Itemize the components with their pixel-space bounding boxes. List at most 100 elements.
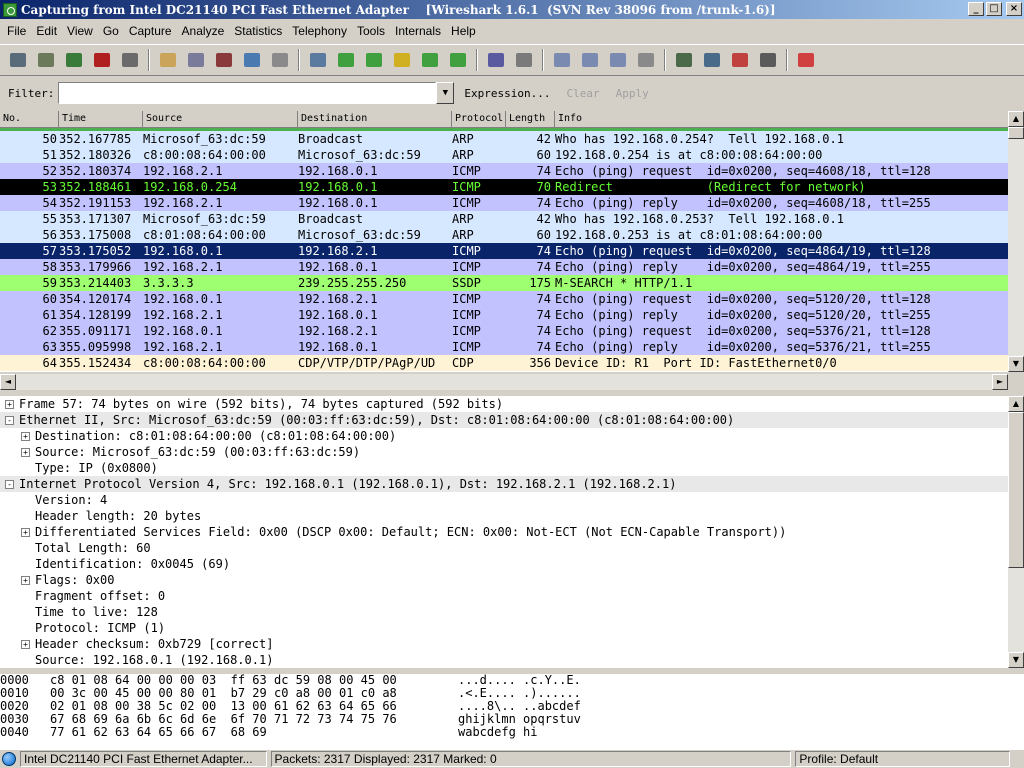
- menu-view[interactable]: View: [62, 24, 98, 38]
- expand-icon[interactable]: +: [21, 639, 30, 649]
- menu-go[interactable]: Go: [98, 24, 124, 38]
- packet-row[interactable]: 50 352.167785 Microsof_63:dc:59 Broadcast AR…: [0, 131, 1008, 147]
- detail-tree-item[interactable]: + Header checksum: 0xb729 [correct]: [0, 636, 1008, 652]
- detail-tree-item[interactable]: + Differentiated Services Field: 0x00 (DS…: [0, 524, 1008, 540]
- detail-tree-item[interactable]: Fragment offset: 0: [0, 588, 1008, 604]
- go-back-button[interactable]: [334, 48, 358, 72]
- find-button[interactable]: [306, 48, 330, 72]
- interfaces-button[interactable]: [6, 48, 30, 72]
- scrollbar-thumb[interactable]: [1008, 127, 1024, 139]
- menu-edit[interactable]: Edit: [31, 24, 62, 38]
- packet-row[interactable]: 58 353.179966 192.168.2.1 192.168.0.1 ICMP 74…: [0, 259, 1008, 275]
- packet-row[interactable]: 52 352.180374 192.168.2.1 192.168.0.1 ICMP 74…: [0, 163, 1008, 179]
- packet-row[interactable]: 53 352.188461 192.168.0.254 192.168.0.1 ICMP…: [0, 179, 1008, 195]
- menu-help[interactable]: Help: [446, 24, 481, 38]
- detail-tree-item[interactable]: Version: 4: [0, 492, 1008, 508]
- packet-row[interactable]: 60 354.120174 192.168.0.1 192.168.2.1 ICMP 74…: [0, 291, 1008, 307]
- filter-input[interactable]: [58, 82, 437, 104]
- expand-icon[interactable]: +: [21, 431, 30, 441]
- wireshark-app-icon[interactable]: [3, 2, 17, 17]
- menu-internals[interactable]: Internals: [390, 24, 446, 38]
- capture-filters-button[interactable]: [672, 48, 696, 72]
- preferences-button[interactable]: [756, 48, 780, 72]
- detail-tree-item[interactable]: Identification: 0x0045 (69): [0, 556, 1008, 572]
- zoom-in-button[interactable]: [550, 48, 574, 72]
- colorize-button[interactable]: [484, 48, 508, 72]
- packet-row[interactable]: 59 353.214403 3.3.3.3 239.255.255.250 SSDP 17…: [0, 275, 1008, 291]
- packet-row[interactable]: 56 353.175008 c8:01:08:64:00:00 Microsof_63…: [0, 227, 1008, 243]
- stop-capture-button[interactable]: [90, 48, 114, 72]
- column-header-protocol[interactable]: Protocol: [452, 111, 506, 128]
- clear-button[interactable]: Clear: [566, 87, 599, 100]
- minimize-button[interactable]: _: [968, 2, 984, 16]
- expand-icon[interactable]: +: [21, 447, 30, 457]
- expand-icon[interactable]: +: [21, 527, 30, 537]
- open-file-button[interactable]: [156, 48, 180, 72]
- scroll-down-icon[interactable]: ▼: [1008, 356, 1024, 372]
- zoom-out-button[interactable]: [578, 48, 602, 72]
- auto-scroll-button[interactable]: [512, 48, 536, 72]
- print-button[interactable]: [268, 48, 292, 72]
- expand-icon[interactable]: +: [21, 575, 30, 585]
- detail-tree-item[interactable]: - Internet Protocol Version 4, Src: 192.1…: [0, 476, 1008, 492]
- detail-tree-item[interactable]: Type: IP (0x0800): [0, 460, 1008, 476]
- menu-file[interactable]: File: [2, 24, 31, 38]
- go-last-button[interactable]: [446, 48, 470, 72]
- coloring-rules-button[interactable]: [728, 48, 752, 72]
- packet-row[interactable]: 61 354.128199 192.168.2.1 192.168.0.1 ICMP 74…: [0, 307, 1008, 323]
- close-file-button[interactable]: [212, 48, 236, 72]
- expand-icon[interactable]: +: [5, 399, 14, 409]
- packet-row[interactable]: 63 355.095998 192.168.2.1 192.168.0.1 ICMP 74…: [0, 339, 1008, 355]
- scrollbar-thumb[interactable]: [1008, 412, 1024, 568]
- packet-list-vscrollbar[interactable]: ▲ ▼: [1008, 111, 1024, 372]
- scroll-up-icon[interactable]: ▲: [1008, 111, 1024, 127]
- expression-button[interactable]: Expression...: [464, 87, 550, 100]
- filter-dropdown-button[interactable]: ▼: [436, 82, 455, 104]
- detail-tree-item[interactable]: + Flags: 0x00: [0, 572, 1008, 588]
- go-forward-button[interactable]: [362, 48, 386, 72]
- status-profile[interactable]: Profile: Default: [795, 751, 1011, 767]
- detail-tree-item[interactable]: Source: 192.168.0.1 (192.168.0.1): [0, 652, 1008, 668]
- help-button[interactable]: [794, 48, 818, 72]
- menu-tools[interactable]: Tools: [352, 24, 390, 38]
- packet-row[interactable]: 64 355.152434 c8:00:08:64:00:00 CDP/VTP/DTP…: [0, 355, 1008, 371]
- restart-capture-button[interactable]: [118, 48, 142, 72]
- column-header-destination[interactable]: Destination: [298, 111, 452, 128]
- detail-tree-item[interactable]: + Frame 57: 74 bytes on wire (592 bits), …: [0, 396, 1008, 412]
- packet-row[interactable]: 54 352.191153 192.168.2.1 192.168.0.1 ICMP 74…: [0, 195, 1008, 211]
- options-button[interactable]: [34, 48, 58, 72]
- reload-button[interactable]: [240, 48, 264, 72]
- column-header-length[interactable]: Length: [506, 111, 555, 128]
- scroll-up-icon[interactable]: ▲: [1008, 396, 1024, 412]
- close-button[interactable]: ×: [1006, 2, 1022, 16]
- detail-tree-item[interactable]: Time to live: 128: [0, 604, 1008, 620]
- go-first-button[interactable]: [418, 48, 442, 72]
- menu-capture[interactable]: Capture: [124, 24, 177, 38]
- hex-row[interactable]: 0040 77 61 62 63 64 65 66 67 68 69 wabcdef…: [0, 726, 1024, 739]
- save-file-button[interactable]: [184, 48, 208, 72]
- detail-tree-item[interactable]: Header length: 20 bytes: [0, 508, 1008, 524]
- maximize-button[interactable]: □: [986, 2, 1002, 16]
- packet-row[interactable]: 51 352.180326 c8:00:08:64:00:00 Microsof_63…: [0, 147, 1008, 163]
- apply-button[interactable]: Apply: [616, 87, 649, 100]
- menu-analyze[interactable]: Analyze: [177, 24, 230, 38]
- detail-tree-item[interactable]: - Ethernet II, Src: Microsof_63:dc:59 (00…: [0, 412, 1008, 428]
- scroll-right-icon[interactable]: ►: [992, 374, 1008, 390]
- detail-tree-item[interactable]: + Source: Microsof_63:dc:59 (00:03:ff:63:…: [0, 444, 1008, 460]
- go-to-packet-button[interactable]: [390, 48, 414, 72]
- packet-row[interactable]: 62 355.091171 192.168.0.1 192.168.2.1 ICMP 74…: [0, 323, 1008, 339]
- start-capture-button[interactable]: [62, 48, 86, 72]
- detail-tree-item[interactable]: Protocol: ICMP (1): [0, 620, 1008, 636]
- zoom-normal-button[interactable]: [606, 48, 630, 72]
- scroll-left-icon[interactable]: ◄: [0, 374, 16, 390]
- menu-statistics[interactable]: Statistics: [229, 24, 287, 38]
- collapse-icon[interactable]: -: [5, 415, 14, 425]
- details-vscrollbar[interactable]: ▲ ▼: [1008, 396, 1024, 668]
- packet-list-hscrollbar[interactable]: ◄ ►: [0, 374, 1008, 390]
- menu-telephony[interactable]: Telephony: [287, 24, 352, 38]
- detail-tree-item[interactable]: + Destination: c8:01:08:64:00:00 (c8:01:0…: [0, 428, 1008, 444]
- column-header-info[interactable]: Info: [555, 111, 1024, 128]
- scroll-down-icon[interactable]: ▼: [1008, 652, 1024, 668]
- column-header-time[interactable]: Time: [59, 111, 143, 128]
- expert-info-icon[interactable]: [2, 752, 16, 766]
